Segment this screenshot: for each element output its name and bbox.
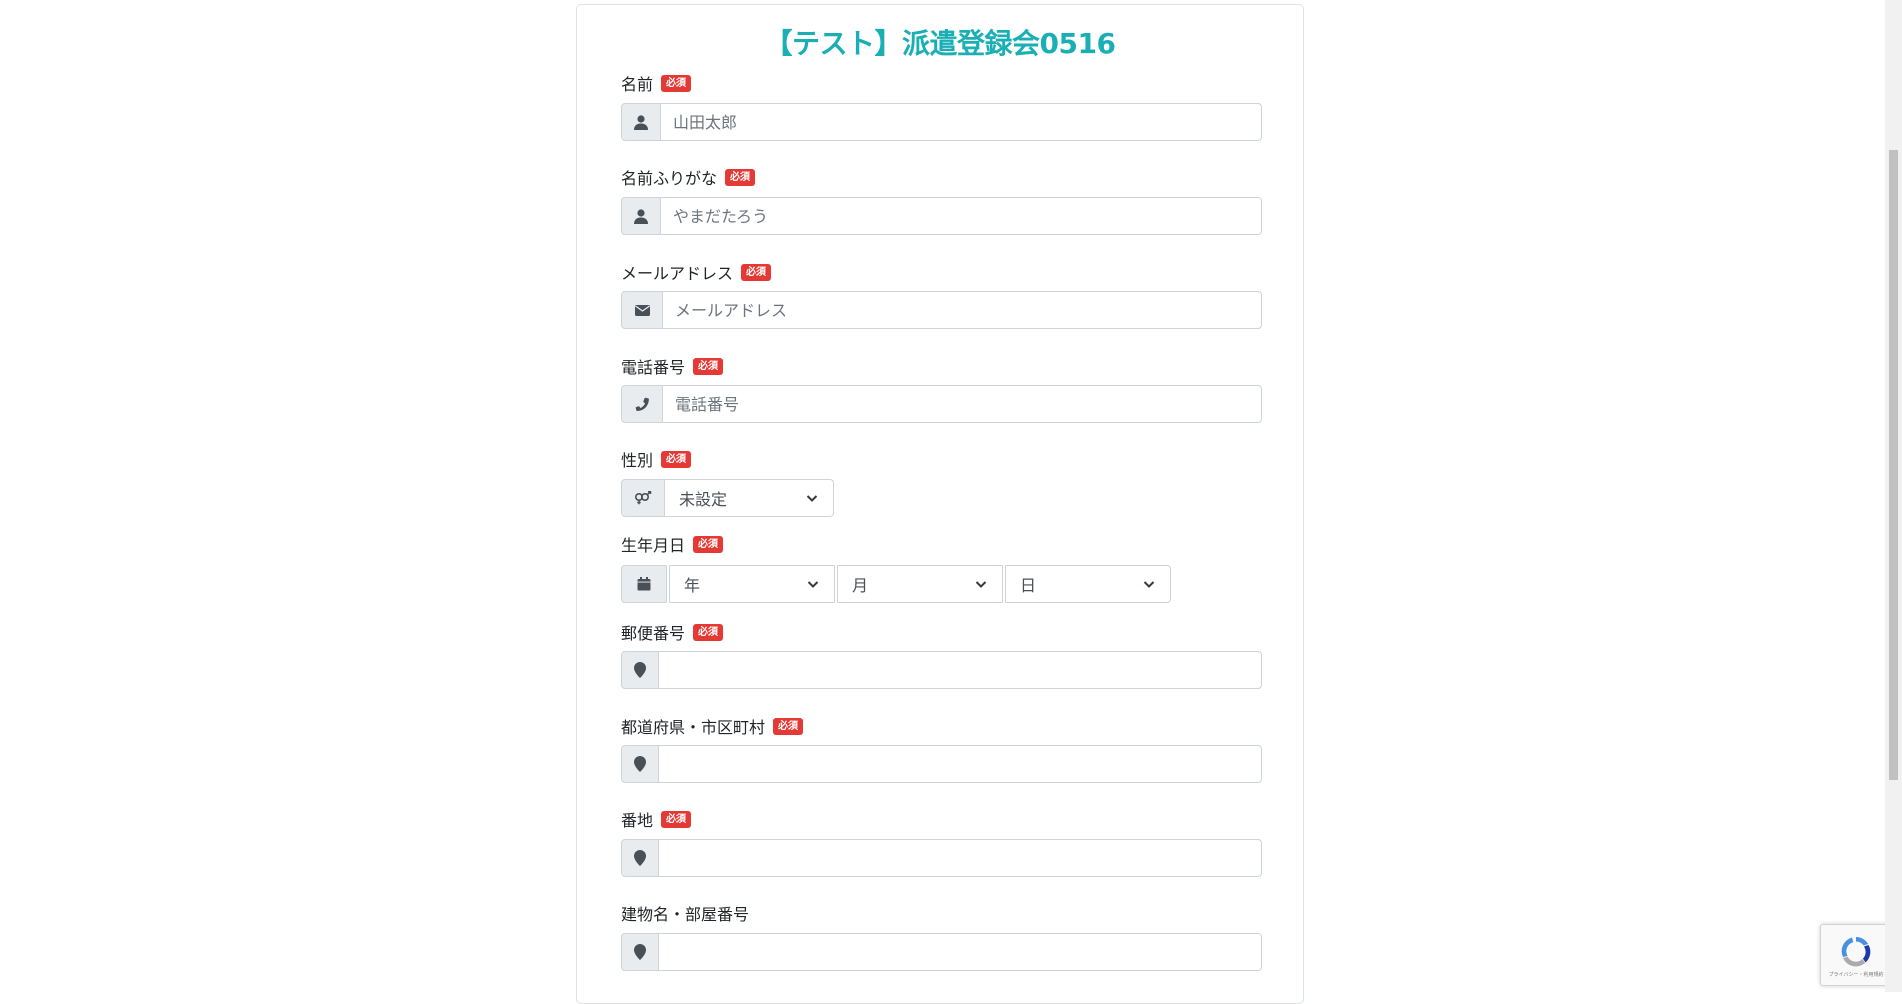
- postal-input[interactable]: [659, 651, 1262, 689]
- required-badge: 必須: [693, 357, 724, 375]
- birth-month-select[interactable]: 月: [837, 565, 1003, 603]
- user-icon: [621, 103, 661, 141]
- furigana-label: 名前ふりがな 必須: [621, 165, 756, 189]
- birthday-label: 生年月日 必須: [621, 532, 724, 556]
- building-input-group: [621, 933, 1262, 971]
- required-badge: 必須: [773, 717, 804, 735]
- birth-year-value: 年: [684, 576, 701, 595]
- prefecture-city-input[interactable]: [659, 745, 1262, 783]
- recaptcha-links[interactable]: プライバシー・利用規約: [1829, 971, 1884, 978]
- postal-input-group: [621, 651, 1262, 689]
- required-badge: 必須: [693, 623, 724, 641]
- name-input-group: [621, 103, 1262, 141]
- map-marker-icon: [621, 933, 659, 971]
- gender-select[interactable]: 未設定: [665, 479, 834, 517]
- required-badge: 必須: [741, 263, 772, 281]
- address-label: 番地 必須: [621, 807, 692, 831]
- email-label: メールアドレス 必須: [621, 260, 772, 284]
- birth-day-select[interactable]: 日: [1005, 565, 1171, 603]
- chevron-down-icon: [1143, 581, 1155, 588]
- birth-day-value: 日: [1020, 576, 1037, 595]
- form-title: 【テスト】派遣登録会0516: [764, 27, 1116, 60]
- name-input[interactable]: [661, 103, 1262, 141]
- postal-label-text: 郵便番号: [621, 624, 686, 643]
- birth-year-select[interactable]: 年: [669, 565, 835, 603]
- phone-input-group: [621, 385, 1262, 423]
- recaptcha-icon: [1841, 936, 1871, 966]
- scrollbar-thumb[interactable]: [1889, 150, 1898, 780]
- gender-icon: [621, 479, 665, 517]
- furigana-input-group: [621, 197, 1262, 235]
- map-marker-icon: [621, 745, 659, 783]
- gender-label: 性別 必須: [621, 447, 692, 471]
- map-marker-icon: [621, 839, 659, 877]
- birthday-input-group: 年 月 日: [621, 565, 1171, 603]
- prefecture-city-input-group: [621, 745, 1262, 783]
- gender-label-text: 性別: [621, 451, 654, 470]
- email-input-group: [621, 291, 1262, 329]
- building-input[interactable]: [659, 933, 1262, 971]
- birthday-label-text: 生年月日: [621, 536, 686, 555]
- furigana-label-text: 名前ふりがな: [621, 169, 718, 188]
- chevron-down-icon: [807, 581, 819, 588]
- calendar-icon: [621, 565, 667, 603]
- envelope-icon: [621, 291, 663, 329]
- furigana-input[interactable]: [661, 197, 1262, 235]
- address-input-group: [621, 839, 1262, 877]
- birth-month-value: 月: [852, 576, 869, 595]
- gender-select-value: 未設定: [679, 490, 728, 509]
- email-label-text: メールアドレス: [621, 264, 734, 283]
- building-label: 建物名・部屋番号: [621, 901, 749, 925]
- required-badge: 必須: [661, 74, 692, 92]
- chevron-down-icon: [806, 495, 818, 502]
- map-marker-icon: [621, 651, 659, 689]
- required-badge: 必須: [693, 535, 724, 553]
- name-label-text: 名前: [621, 75, 654, 94]
- page-scrollbar[interactable]: [1885, 0, 1902, 992]
- address-input[interactable]: [659, 839, 1262, 877]
- prefecture-city-label: 都道府県・市区町村 必須: [621, 714, 804, 738]
- user-icon: [621, 197, 661, 235]
- address-label-text: 番地: [621, 811, 654, 830]
- building-label-text: 建物名・部屋番号: [621, 905, 750, 924]
- chevron-down-icon: [975, 581, 987, 588]
- postal-label: 郵便番号 必須: [621, 620, 724, 644]
- required-badge: 必須: [725, 168, 756, 186]
- phone-icon: [621, 385, 663, 423]
- required-badge: 必須: [661, 450, 692, 468]
- prefecture-city-label-text: 都道府県・市区町村: [621, 718, 766, 737]
- phone-input[interactable]: [663, 385, 1262, 423]
- email-input[interactable]: [663, 291, 1262, 329]
- phone-label: 電話番号 必須: [621, 354, 724, 378]
- phone-label-text: 電話番号: [621, 358, 686, 377]
- recaptcha-badge[interactable]: プライバシー・利用規約: [1820, 924, 1892, 986]
- gender-input-group: 未設定: [621, 479, 834, 517]
- required-badge: 必須: [661, 810, 692, 828]
- name-label: 名前 必須: [621, 71, 692, 95]
